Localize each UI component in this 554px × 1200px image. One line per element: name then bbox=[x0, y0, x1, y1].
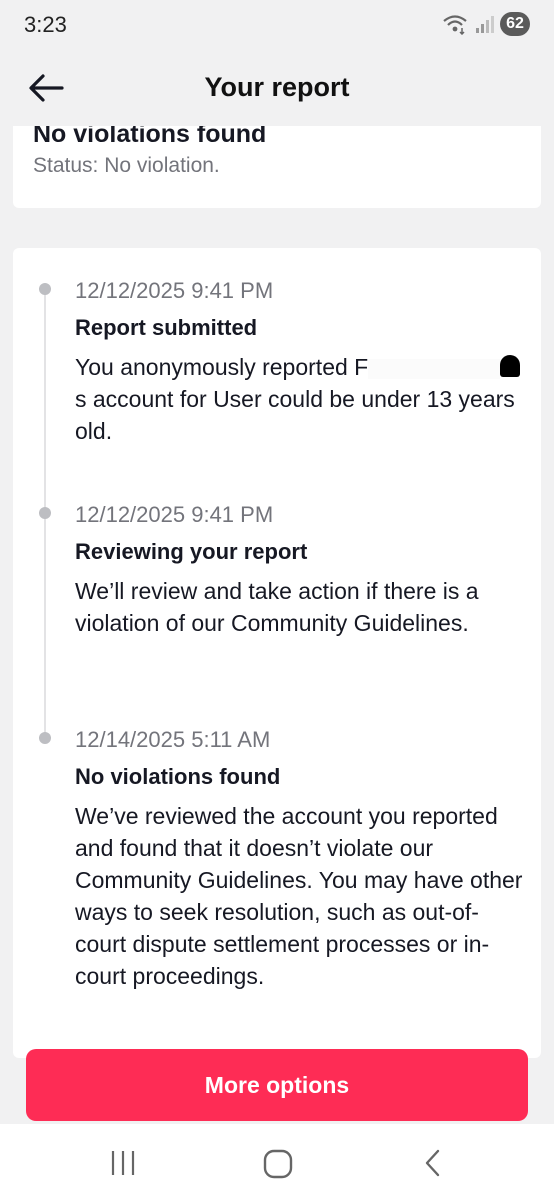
report-screen: 3:23 62 Your report No violations found … bbox=[0, 0, 554, 1200]
page-title: Your report bbox=[204, 72, 350, 102]
event-description: We’ll review and take action if there is… bbox=[75, 578, 479, 636]
battery-badge: 62 bbox=[500, 12, 530, 36]
event-time: 12/14/2025 5:11 AM bbox=[75, 727, 271, 752]
system-nav-bar bbox=[0, 1124, 554, 1200]
event-description: We’ve reviewed the account you reported … bbox=[75, 803, 523, 989]
event-time: 12/12/2025 9:41 PM bbox=[75, 502, 274, 527]
header: Your report bbox=[0, 52, 554, 126]
more-options-button[interactable]: More options bbox=[26, 1049, 528, 1121]
summary-status: Status: No violation. bbox=[33, 154, 220, 177]
summary-card: No violations found Status: No violation… bbox=[13, 126, 541, 208]
wifi-icon bbox=[443, 15, 467, 35]
timeline-dot bbox=[39, 507, 51, 519]
event-title: Reviewing your report bbox=[75, 539, 308, 564]
recents-icon[interactable] bbox=[108, 1148, 138, 1178]
description-part: You anonymously reported F bbox=[75, 354, 369, 380]
summary-title: No violations found bbox=[33, 126, 267, 148]
back-icon[interactable] bbox=[420, 1148, 446, 1178]
event-title: No violations found bbox=[75, 764, 281, 789]
home-icon[interactable] bbox=[262, 1148, 294, 1180]
status-time: 3:23 bbox=[24, 12, 67, 37]
event-time: 12/12/2025 9:41 PM bbox=[75, 278, 274, 303]
redaction-mark bbox=[500, 355, 521, 377]
redaction-blur bbox=[368, 358, 501, 379]
timeline-dot bbox=[39, 283, 51, 295]
signal-icon bbox=[476, 16, 494, 33]
status-bar: 3:23 62 bbox=[0, 0, 554, 52]
description-part: s account for User could be under 13 yea… bbox=[75, 386, 515, 444]
status-icons: 62 bbox=[442, 12, 530, 36]
timeline-dot bbox=[39, 732, 51, 744]
event-title: Report submitted bbox=[75, 315, 258, 340]
event-description: You anonymously reported F s account for … bbox=[75, 351, 525, 447]
timeline-card: 12/12/2025 9:41 PM Report submitted You … bbox=[13, 248, 541, 1058]
